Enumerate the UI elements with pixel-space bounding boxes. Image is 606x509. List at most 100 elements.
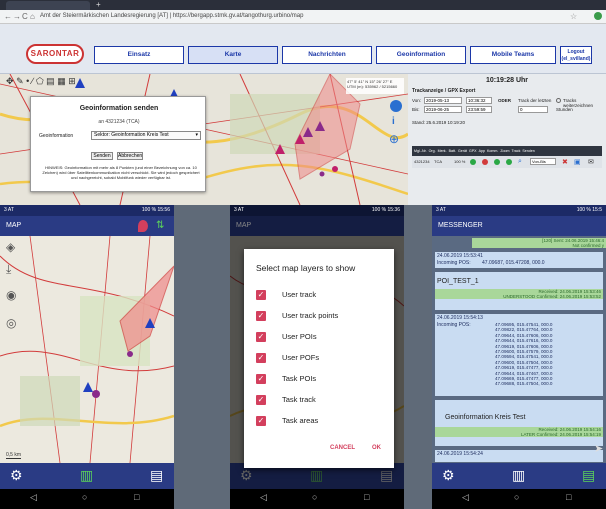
chat-icon[interactable]: ▤ [380,467,393,484]
delete-icon[interactable]: ✖ [562,158,568,166]
layer-user-pofs[interactable]: ✓ User POFs [256,352,386,366]
chat-icon[interactable]: ▤ [150,467,163,484]
map-icon[interactable]: ▥ [80,467,93,484]
point-icon[interactable]: • [26,76,29,86]
layer-task-track[interactable]: ✓ Task track [256,394,386,408]
poi-marker-icon[interactable] [138,220,148,232]
bis-time-input[interactable]: 23:59:59 [466,106,492,113]
map-icon[interactable]: ▥ [310,467,323,484]
settings-icon[interactable]: ⚙ [10,467,23,484]
checkbox-checked-icon[interactable]: ✓ [256,395,266,405]
forward-icon[interactable]: → [13,12,21,21]
von-time-input[interactable]: 10:36:32 [466,97,492,104]
map-icon[interactable]: ▥ [512,467,525,484]
checkbox-checked-icon[interactable]: ✓ [256,290,266,300]
new-tab-button[interactable]: + [96,0,101,9]
map-layers-dialog: Select map layers to show ✓ User track ✓ U… [244,249,394,468]
track-select[interactable]: Von-Bis [530,158,556,165]
android-recents-icon[interactable]: □ [566,492,571,502]
cancel-button[interactable]: Abbrechen [117,152,143,160]
polygon-icon[interactable]: ⬠ [36,76,44,86]
coord-utm: UTM (m): 535962 / 5215660 [347,84,398,89]
visibility-icon[interactable]: ◉ [6,288,16,302]
checkbox-checked-icon[interactable]: ✓ [256,374,266,384]
android-recents-icon[interactable]: □ [134,492,139,502]
ok-button[interactable]: OK [372,445,381,451]
print-icon[interactable]: ▦ [57,76,66,86]
layer-user-pois[interactable]: ✓ User POIs [256,331,386,345]
settings-icon[interactable]: ⚙ [240,467,253,484]
android-recents-icon[interactable]: □ [364,492,369,502]
reload-icon[interactable]: C [22,12,28,21]
send-icon[interactable]: ✉ [588,158,594,166]
address-bar[interactable]: ← → C ⌂ Amt der Steiermärkischen Landesr… [0,10,606,24]
nav-nachrichten[interactable]: Nachrichten [282,46,372,64]
track-continue-radio[interactable] [556,98,561,103]
locate-icon[interactable]: ◎ [6,316,16,330]
trash-icon[interactable]: ▤ [46,76,55,86]
checkbox-checked-icon[interactable]: ✓ [256,416,266,426]
send-button[interactable]: Senden [91,152,113,160]
android-home-icon[interactable]: ○ [82,492,87,502]
pen-icon[interactable]: ✎ [16,76,24,86]
home-icon[interactable]: ⌂ [30,12,35,21]
layers-icon[interactable]: ◈ [6,240,15,254]
layer-user-track-points[interactable]: ✓ User track points [256,310,386,324]
send-icon[interactable]: ➤ [594,442,603,455]
sync-icon[interactable]: ⇅ [156,216,164,236]
android-back-icon[interactable]: ◁ [260,492,267,503]
android-home-icon[interactable]: ○ [514,492,519,502]
location-icon[interactable] [390,100,402,112]
track-export-panel: 10:19:28 Uhr Trackanzeige / GPX Export V… [408,74,606,205]
message-geoinfo[interactable]: Geoinformation Kreis Test Received: 24.0… [435,400,603,446]
nav-karte[interactable]: Karte [188,46,278,64]
layer-user-track[interactable]: ✓ User track [256,289,386,303]
bis-date-input[interactable]: 2019-06-25 [424,106,462,113]
download-icon[interactable]: ⤓ [6,262,11,277]
message-poi-test[interactable]: POI_TEST_1 Received: 24.06.2019 15:53:46… [435,272,603,310]
layer-task-areas[interactable]: ✓ Task areas [256,415,386,429]
compass-icon[interactable]: ⊕ [389,132,399,146]
logout-button[interactable]: Logout (el_svilland) [560,46,592,64]
message-pos-2[interactable]: 24.06.2019 15:54:13 Incoming POS: 47.096… [435,314,603,396]
profile-icon[interactable] [594,12,602,20]
message-pos-1[interactable]: 24.06.2019 15:53:41 Incoming POS: 47.096… [435,252,603,268]
settings-icon[interactable]: ⚙ [442,467,455,484]
cancel-button[interactable]: CANCEL [330,445,355,451]
nav-einsatz[interactable]: Einsatz [94,46,184,64]
message-pos-3[interactable]: 24.06.2019 15:54:24 [435,450,603,462]
zoom-icon[interactable]: ⌕ [518,158,522,166]
sarontar-logo: SARONTAR [26,44,84,64]
status-time: 100 % 15:5 [576,207,602,213]
geoinfo-select[interactable]: Sektor: Geoinformation Kreis Test ▾ [91,131,201,140]
web-map[interactable]: ✥ ✎ • ∕ ⬠ ▤ ▦ ⊞ 47° 5' 41" N 15° 26' 27"… [0,74,408,205]
table-row[interactable]: 4321234 TCA 100 % ⌕ Von-Bis ✖ ▣ ✉ [412,156,602,168]
checkbox-checked-icon[interactable]: ✓ [256,353,266,363]
browser-tab[interactable] [6,1,90,10]
ruler-icon[interactable]: ⊞ [68,76,76,86]
message-label: Incoming POS: [437,260,471,266]
back-icon[interactable]: ← [4,12,12,21]
row-batt: 100 % [454,159,466,164]
layer-label: Task track [282,395,316,404]
message-list[interactable]: [120] Sent: 24.06.2019 15:46:4 Not confi… [432,236,606,463]
hours-input[interactable]: 0 [518,106,548,113]
nav-geoinformation[interactable]: Geoinformation [376,46,466,64]
checkbox-checked-icon[interactable]: ✓ [256,332,266,342]
move-icon[interactable]: ✥ [6,76,14,86]
save-icon[interactable]: ▣ [574,158,581,166]
android-back-icon[interactable]: ◁ [30,492,37,503]
line-icon[interactable]: ∕ [32,76,34,86]
chat-icon[interactable]: ▤ [582,467,595,484]
checkbox-checked-icon[interactable]: ✓ [256,311,266,321]
phone-map[interactable]: ◈ ⤓ ◉ ◎ 0,5 km [0,236,174,463]
von-date-input[interactable]: 2019-05-13 [424,97,462,104]
message-timestamp: 24.06.2019 15:53:41 [437,253,483,259]
url-text[interactable]: Amt der Steiermärkischen Landesregierung… [40,13,303,19]
nav-mobile-teams[interactable]: Mobile Teams [470,46,556,64]
layer-task-pois[interactable]: ✓ Task POIs [256,373,386,387]
android-home-icon[interactable]: ○ [312,492,317,502]
star-icon[interactable]: ☆ [570,12,577,21]
info-icon[interactable]: i [392,116,395,127]
android-back-icon[interactable]: ◁ [462,492,469,503]
